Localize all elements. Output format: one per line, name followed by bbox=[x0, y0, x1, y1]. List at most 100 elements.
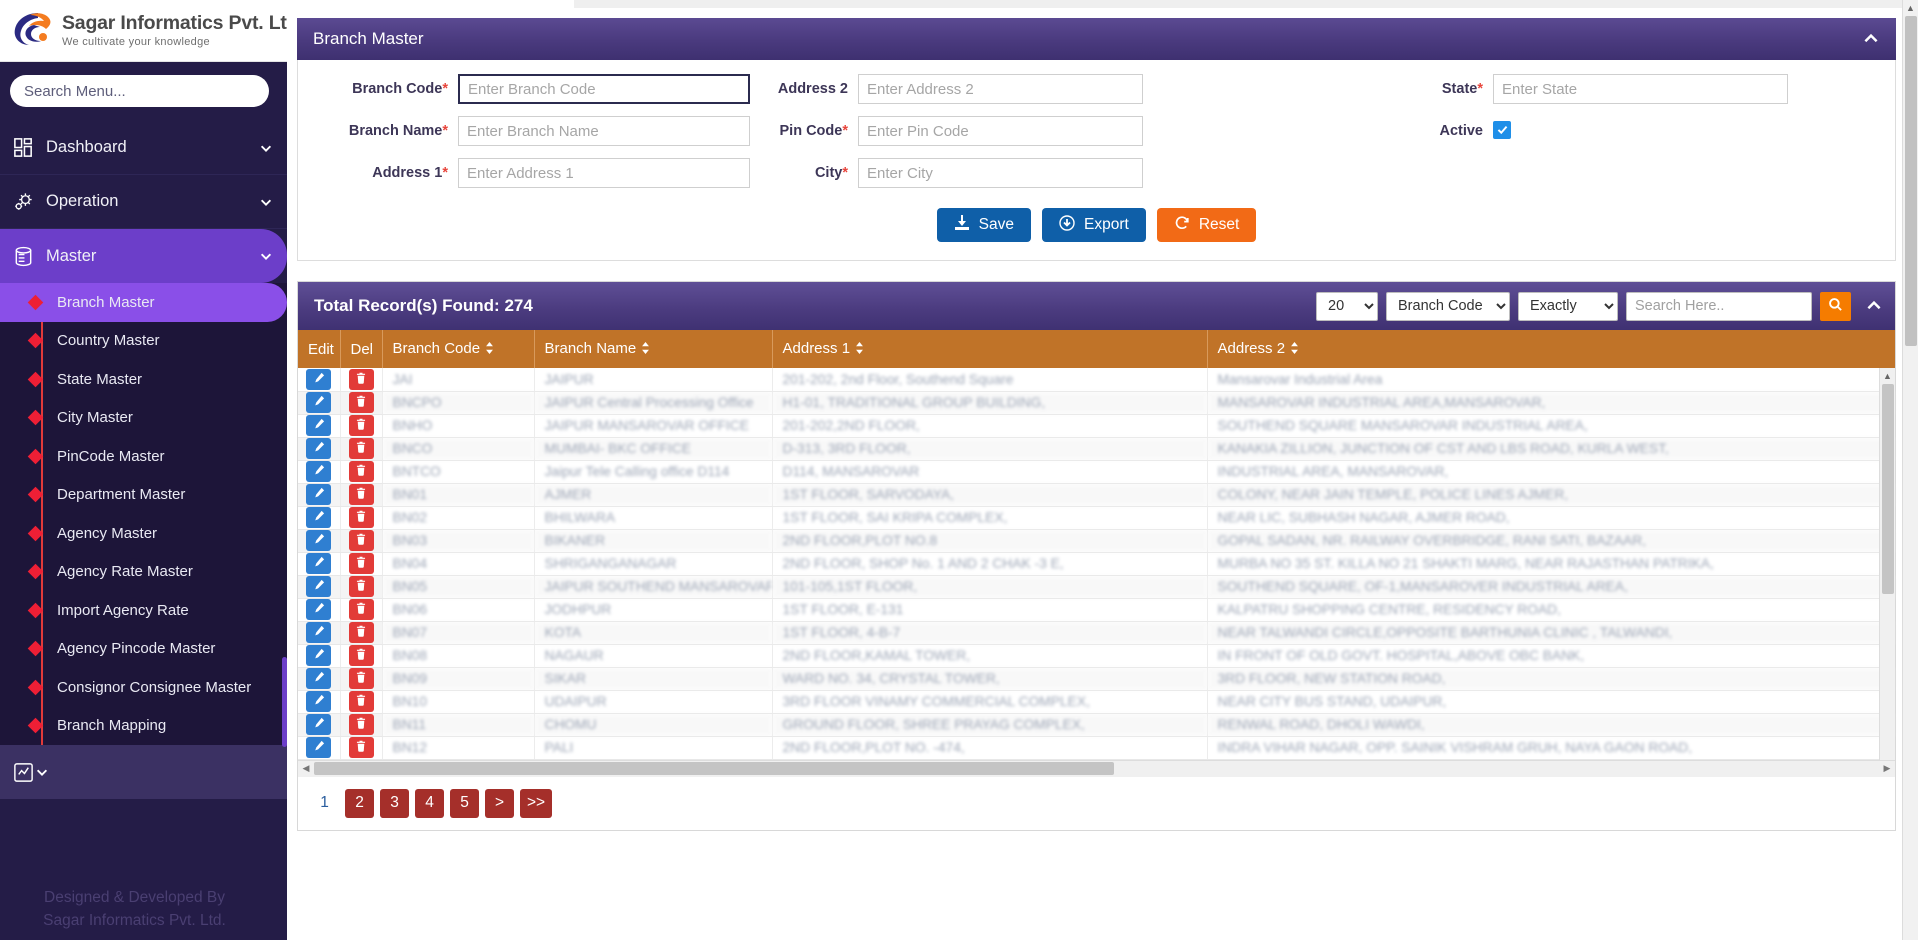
edit-row-button[interactable] bbox=[306, 553, 331, 574]
edit-row-button[interactable] bbox=[306, 484, 331, 505]
delete-row-button[interactable] bbox=[349, 484, 374, 505]
address1-input[interactable] bbox=[458, 158, 750, 188]
edit-row-button[interactable] bbox=[306, 622, 331, 643]
match-mode-select[interactable]: Exactly bbox=[1518, 292, 1618, 321]
column-branch-code[interactable]: Branch Code bbox=[382, 330, 534, 368]
grid-search-input[interactable] bbox=[1626, 292, 1812, 321]
pagination-page-button[interactable]: 4 bbox=[415, 789, 444, 818]
sidebar-item-country-master[interactable]: Country Master bbox=[0, 322, 287, 361]
delete-row-button[interactable] bbox=[349, 645, 374, 666]
delete-row-button[interactable] bbox=[349, 691, 374, 712]
sidebar-item-agency-pincode-master[interactable]: Agency Pincode Master bbox=[0, 630, 287, 669]
sidebar-item-operation[interactable]: Operation bbox=[0, 175, 287, 229]
grid-collapse-chevron-up-icon[interactable] bbox=[1865, 297, 1883, 315]
edit-row-button[interactable] bbox=[306, 668, 331, 689]
edit-row-button[interactable] bbox=[306, 369, 331, 390]
pagination-page-button[interactable]: >> bbox=[520, 789, 552, 818]
sidebar-item-agency-master[interactable]: Agency Master bbox=[0, 514, 287, 553]
sidebar-item-branch-master[interactable]: Branch Master bbox=[0, 283, 287, 322]
delete-row-button[interactable] bbox=[349, 622, 374, 643]
active-checkbox[interactable] bbox=[1493, 121, 1511, 139]
edit-row-button[interactable] bbox=[306, 438, 331, 459]
edit-row-button[interactable] bbox=[306, 691, 331, 712]
edit-row-button[interactable] bbox=[306, 392, 331, 413]
table-vscroll-thumb[interactable] bbox=[1882, 384, 1894, 594]
export-button[interactable]: Export bbox=[1042, 208, 1146, 242]
page-scroll-up-icon[interactable]: ▲ bbox=[1903, 0, 1918, 16]
sidebar-item-pincode-master[interactable]: PinCode Master bbox=[0, 437, 287, 476]
edit-row-button[interactable] bbox=[306, 461, 331, 482]
search-column-select[interactable]: Branch Code bbox=[1386, 292, 1510, 321]
reset-button[interactable]: Reset bbox=[1157, 208, 1257, 242]
branch-code-input[interactable] bbox=[458, 74, 750, 104]
hscroll-thumb[interactable] bbox=[314, 762, 1114, 775]
delete-row-button[interactable] bbox=[349, 415, 374, 436]
sidebar-item-master[interactable]: Master bbox=[0, 229, 287, 283]
sidebar-item-dashboard[interactable]: Dashboard bbox=[0, 121, 287, 175]
scroll-right-arrow-icon[interactable]: ▶ bbox=[1879, 763, 1895, 774]
sidebar-item-branch-mapping[interactable]: Branch Mapping bbox=[0, 707, 287, 746]
edit-row-button[interactable] bbox=[306, 599, 331, 620]
delete-row-button[interactable] bbox=[349, 576, 374, 597]
row-delete-cell bbox=[340, 598, 382, 621]
grid-search-button[interactable] bbox=[1820, 292, 1851, 321]
menu-search-input[interactable] bbox=[10, 75, 269, 107]
edit-row-button[interactable] bbox=[306, 415, 331, 436]
city-input[interactable] bbox=[858, 158, 1143, 188]
pagination-current-page[interactable]: 1 bbox=[310, 789, 339, 818]
column-address-2[interactable]: Address 2 bbox=[1207, 330, 1895, 368]
sidebar-item-import-agency-rate[interactable]: Import Agency Rate bbox=[0, 591, 287, 630]
sidebar-item-city-master[interactable]: City Master bbox=[0, 399, 287, 438]
address2-input[interactable] bbox=[858, 74, 1143, 104]
save-button[interactable]: Save bbox=[937, 208, 1031, 242]
delete-row-button[interactable] bbox=[349, 369, 374, 390]
page-scrollbar-thumb[interactable] bbox=[1905, 16, 1917, 346]
cell-address-2: NEAR LIC, SUBHASH NAGAR, AJMER ROAD, bbox=[1207, 506, 1895, 529]
sidebar-item-agency-rate-master[interactable]: Agency Rate Master bbox=[0, 553, 287, 592]
edit-row-button[interactable] bbox=[306, 530, 331, 551]
pagination-page-button[interactable]: 5 bbox=[450, 789, 479, 818]
column-address-1[interactable]: Address 1 bbox=[772, 330, 1207, 368]
edit-row-button[interactable] bbox=[306, 714, 331, 735]
sidebar-item-next-section[interactable] bbox=[0, 745, 287, 799]
hscroll-track[interactable] bbox=[314, 762, 1879, 775]
edit-row-button[interactable] bbox=[306, 576, 331, 597]
delete-row-button[interactable] bbox=[349, 668, 374, 689]
footer-line-2: Sagar Informatics Pvt. Ltd. bbox=[0, 910, 269, 932]
table-horizontal-scrollbar[interactable]: ◀ ▶ bbox=[298, 760, 1895, 777]
scroll-left-arrow-icon[interactable]: ◀ bbox=[298, 763, 314, 774]
page-size-select[interactable]: 20 bbox=[1316, 292, 1378, 321]
column-branch-name[interactable]: Branch Name bbox=[534, 330, 772, 368]
sidebar-item-state-master[interactable]: State Master bbox=[0, 360, 287, 399]
delete-row-button[interactable] bbox=[349, 461, 374, 482]
table-vertical-scrollbar[interactable]: ▲ bbox=[1879, 368, 1895, 760]
delete-row-button[interactable] bbox=[349, 392, 374, 413]
edit-row-button[interactable] bbox=[306, 737, 331, 758]
delete-row-button[interactable] bbox=[349, 438, 374, 459]
page-scrollbar[interactable]: ▲ bbox=[1902, 0, 1918, 940]
chevron-up-icon[interactable] bbox=[1862, 30, 1880, 48]
delete-row-button[interactable] bbox=[349, 737, 374, 758]
sidebar-item-department-master[interactable]: Department Master bbox=[0, 476, 287, 515]
export-button-label: Export bbox=[1084, 216, 1129, 234]
sidebar-item-consignor-consignee-master[interactable]: Consignor Consignee Master bbox=[0, 668, 287, 707]
state-input[interactable] bbox=[1493, 74, 1788, 104]
cell-branch-code: BN02 bbox=[382, 506, 534, 529]
delete-row-button[interactable] bbox=[349, 599, 374, 620]
delete-row-button[interactable] bbox=[349, 507, 374, 528]
cell-address-1: D114, MANSAROVAR bbox=[772, 460, 1207, 483]
table-row: BN10UDAIPUR3RD FLOOR VINAMY COMMERCIAL C… bbox=[298, 690, 1895, 713]
pagination-page-button[interactable]: 3 bbox=[380, 789, 409, 818]
edit-row-button[interactable] bbox=[306, 645, 331, 666]
submenu-item-label: State Master bbox=[57, 371, 142, 388]
edit-row-button[interactable] bbox=[306, 507, 331, 528]
scroll-up-arrow-icon[interactable]: ▲ bbox=[1880, 368, 1895, 384]
delete-row-button[interactable] bbox=[349, 530, 374, 551]
diamond-bullet-icon bbox=[28, 333, 44, 349]
pagination-page-button[interactable]: > bbox=[485, 789, 514, 818]
pincode-input[interactable] bbox=[858, 116, 1143, 146]
pagination-page-button[interactable]: 2 bbox=[345, 789, 374, 818]
branch-name-input[interactable] bbox=[458, 116, 750, 146]
delete-row-button[interactable] bbox=[349, 553, 374, 574]
delete-row-button[interactable] bbox=[349, 714, 374, 735]
